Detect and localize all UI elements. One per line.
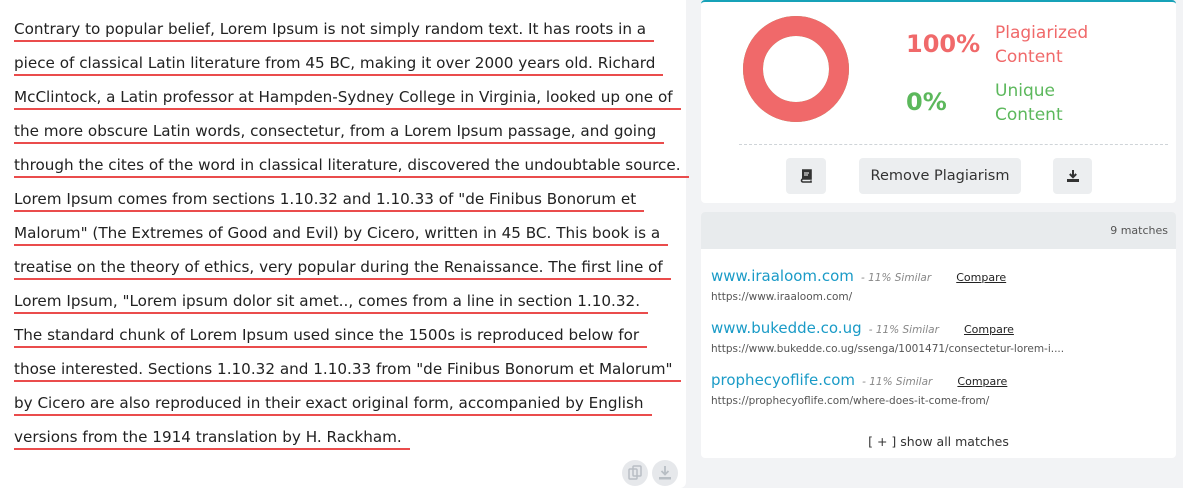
plagiarized-label-line: Plagiarized xyxy=(995,23,1089,43)
match-similarity: - 11% Similar xyxy=(860,272,932,284)
download-icon xyxy=(1066,170,1079,182)
checked-text-panel: Contrary to popular belief, Lorem Ipsum … xyxy=(0,0,689,488)
text-line: Malorum" (The Extremes of Good and Evil)… xyxy=(14,222,669,246)
compare-link[interactable]: Compare xyxy=(956,271,1006,284)
matches-card: 9 matches www.iraaloom.com - 11% Similar… xyxy=(701,212,1176,458)
unique-label-line: Unique xyxy=(995,81,1055,101)
text-line: through the cites of the word in classic… xyxy=(14,154,689,178)
book-icon xyxy=(800,169,812,183)
divider xyxy=(739,144,1168,145)
plagiarized-percentage: 100% xyxy=(906,30,981,58)
match-domain-link[interactable]: prophecyoflife.com xyxy=(711,371,855,389)
matches-header: 9 matches xyxy=(701,212,1176,249)
text-line: McClintock, a Latin professor at Hampden… xyxy=(14,86,681,110)
compare-link[interactable]: Compare xyxy=(957,375,1007,388)
plagiarism-donut-chart xyxy=(743,16,849,122)
match-url: https://prophecyoflife.com/where-does-it… xyxy=(711,395,990,407)
show-all-matches-link[interactable]: [ + ] show all matches xyxy=(701,434,1176,449)
match-similarity: - 11% Similar xyxy=(862,376,933,388)
match-url: https://www.bukedde.co.ug/ssenga/1001471… xyxy=(711,343,1065,355)
text-line: Contrary to popular belief, Lorem Ipsum … xyxy=(14,18,655,42)
text-line: treatise on the theory of ethics, very p… xyxy=(14,256,671,280)
text-actions xyxy=(622,460,678,486)
text-line: Lorem Ipsum comes from sections 1.10.32 … xyxy=(14,188,645,212)
match-domain-link[interactable]: www.iraaloom.com xyxy=(711,267,854,285)
plagiarized-arc xyxy=(743,16,849,122)
text-line: those interested. Sections 1.10.32 and 1… xyxy=(14,358,681,382)
remove-plagiarism-button[interactable]: Remove Plagiarism xyxy=(859,158,1021,194)
compare-link[interactable]: Compare xyxy=(964,323,1014,336)
match-item: prophecyoflife.com - 11% Similar Compare… xyxy=(711,370,1007,407)
report-button[interactable] xyxy=(786,158,826,194)
match-url: https://www.iraaloom.com/ xyxy=(711,291,853,303)
plagiarized-label-line: Content xyxy=(995,47,1063,67)
download-report-button[interactable] xyxy=(1053,158,1092,194)
result-card: 100% Plagiarized Content 0% Unique Conte… xyxy=(701,0,1176,203)
match-item: www.bukedde.co.ug - 11% Similar Compare … xyxy=(711,318,1064,355)
match-item: www.iraaloom.com - 11% Similar Compare h… xyxy=(711,266,1006,303)
text-line: Lorem Ipsum, "Lorem ipsum dolor sit amet… xyxy=(14,290,649,314)
match-domain-link[interactable]: www.bukedde.co.ug xyxy=(711,319,862,337)
copy-icon[interactable] xyxy=(622,460,648,486)
text-line: The standard chunk of Lorem Ipsum used s… xyxy=(14,324,648,348)
unique-label-line: Content xyxy=(995,105,1063,125)
download-icon[interactable] xyxy=(652,460,678,486)
match-similarity: - 11% Similar xyxy=(868,324,939,336)
text-line: the more obscure Latin words, consectetu… xyxy=(14,120,665,144)
text-line: by Cicero are also reproduced in their e… xyxy=(14,392,652,416)
text-line: piece of classical Latin literature from… xyxy=(14,52,664,76)
unique-percentage: 0% xyxy=(906,88,947,116)
matches-count: 9 matches xyxy=(1110,224,1168,237)
text-line: versions from the 1914 translation by H.… xyxy=(14,426,410,450)
unique-label: Unique Content xyxy=(995,79,1063,127)
plagiarized-label: Plagiarized Content xyxy=(995,21,1088,69)
